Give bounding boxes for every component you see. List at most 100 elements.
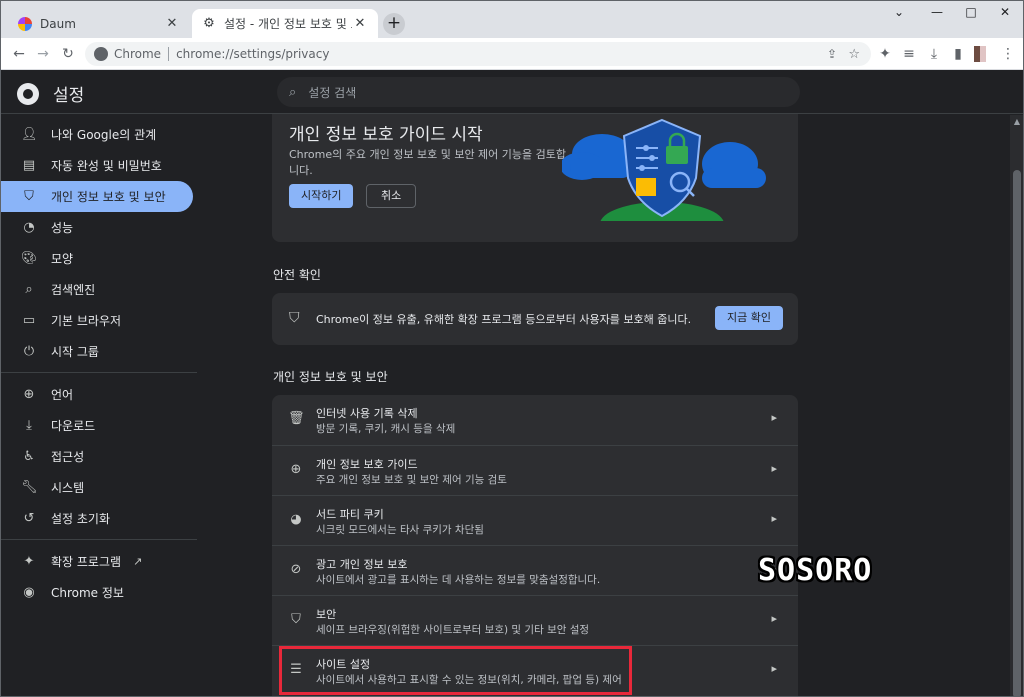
safety-check-text: Chrome이 정보 유출, 유해한 확장 프로그램 등으로부터 사용자를 보호…: [316, 313, 692, 326]
sidebar-item-label: 접근성: [51, 450, 85, 464]
address-bar[interactable]: Chrome chrome://settings/privacy ⇪ ☆: [85, 42, 871, 66]
sidebar-item-label: 확장 프로그램: [51, 555, 122, 569]
sidebar-item-reset[interactable]: ↺ 설정 초기화: [1, 503, 193, 534]
scroll-up-arrow-icon[interactable]: ▲: [1012, 117, 1022, 126]
profile-avatar[interactable]: [974, 45, 988, 63]
tab-daum[interactable]: Daum ✕: [8, 9, 190, 38]
url-text[interactable]: chrome://settings/privacy: [176, 47, 329, 61]
row-title: 보안: [316, 608, 337, 621]
scrollbar-thumb[interactable]: [1013, 170, 1021, 696]
share-icon[interactable]: ⇪: [827, 47, 837, 61]
reading-list-icon[interactable]: ≡: [900, 45, 918, 63]
safety-check-heading: 안전 확인: [273, 268, 321, 282]
sidebar-item-accessibility[interactable]: ♿︎ 접근성: [1, 441, 193, 472]
sidebar-item-on-startup[interactable]: ⏻ 시작 그룹: [1, 336, 193, 367]
list-item-security[interactable]: ⛉ 보안 세이프 브라우징(위험한 사이트로부터 보호) 및 기타 보안 설정 …: [272, 595, 798, 645]
tab-search-dropdown-icon[interactable]: ⌄: [884, 5, 914, 21]
settings-brand: 설정: [17, 81, 84, 106]
sidebar-item-extensions[interactable]: ✦ 확장 프로그램 ↗: [1, 546, 193, 577]
browser-toolbar: ← → ↻ Chrome chrome://settings/privacy ⇪…: [1, 38, 1023, 70]
sidebar-item-about-chrome[interactable]: ◉ Chrome 정보: [1, 577, 193, 608]
tab-title: 설정 - 개인 정보 보호 및 보안: [224, 17, 352, 31]
reload-icon[interactable]: ↻: [59, 45, 77, 63]
list-item-ad-privacy[interactable]: ⊘ 광고 개인 정보 보호 사이트에서 광고를 표시하는 데 사용하는 정보를 …: [272, 545, 798, 595]
privacy-guide-illustration: [562, 118, 766, 221]
history-icon: ↺: [23, 511, 35, 526]
row-title: 서드 파티 쿠키: [316, 508, 384, 521]
sidebar-item-label: 자동 완성 및 비밀번호: [51, 159, 162, 173]
browser-icon: ▭: [22, 313, 36, 328]
chevron-right-icon: ▸: [771, 512, 777, 525]
search-icon: ⌕: [289, 84, 297, 100]
add-circle-icon: ⊕: [290, 462, 302, 477]
back-icon[interactable]: ←: [10, 45, 28, 63]
person-icon: 👤︎: [21, 127, 38, 142]
settings-search-input[interactable]: ⌕ 설정 검색: [277, 77, 800, 107]
cancel-button[interactable]: 취소: [366, 184, 417, 208]
tab-strip: Daum ✕ ⚙ 설정 - 개인 정보 보호 및 보안 ✕ + ⌄ — □ ✕: [1, 1, 1023, 38]
safety-check-card: ⛉ Chrome이 정보 유출, 유해한 확장 프로그램 등으로부터 사용자를 …: [272, 293, 798, 345]
shield-icon: ⛉: [24, 189, 34, 204]
list-item-clear-browsing-data[interactable]: 🗑︎ 인터넷 사용 기록 삭제 방문 기록, 쿠키, 캐시 등을 삭제 ▸: [272, 395, 798, 445]
power-icon: ⏻: [23, 344, 35, 359]
search-placeholder: 설정 검색: [308, 85, 357, 100]
sidebar-divider: [1, 372, 197, 373]
side-panel-icon[interactable]: ▮: [949, 45, 967, 63]
sidebar-item-privacy[interactable]: ⛉ 개인 정보 보호 및 보안: [1, 181, 193, 212]
sidebar-item-languages[interactable]: ⊕ 언어: [1, 379, 193, 410]
annotation-highlight-box: [279, 646, 632, 695]
sidebar-item-system[interactable]: 🔧︎ 시스템: [1, 472, 193, 503]
chrome-page-icon: [94, 47, 108, 61]
clipboard-icon: ▤: [22, 158, 36, 173]
download-icon[interactable]: ⤓: [925, 45, 943, 63]
list-item-privacy-guide[interactable]: ⊕ 개인 정보 보호 가이드 주요 개인 정보 보호 및 보안 제어 기능 검토…: [272, 445, 798, 495]
watermark-text: SOSORO: [758, 553, 873, 588]
close-window-button[interactable]: ✕: [990, 5, 1020, 21]
sidebar-item-label: 개인 정보 보호 및 보안: [51, 190, 166, 204]
sidebar-item-default-browser[interactable]: ▭ 기본 브라우저: [1, 305, 193, 336]
sidebar-item-downloads[interactable]: ⤓ 다운로드: [1, 410, 193, 441]
chevron-right-icon: ▸: [771, 411, 777, 424]
sidebar-item-appearance[interactable]: 🎨︎ 모양: [1, 243, 193, 274]
sidebar-item-autofill[interactable]: ▤ 자동 완성 및 비밀번호: [1, 150, 193, 181]
settings-main: 개인 정보 보호 가이드 시작 Chrome의 주요 개인 정보 보호 및 보안…: [272, 114, 798, 696]
forward-icon[interactable]: →: [34, 45, 52, 63]
separator: [168, 47, 170, 61]
open-in-new-icon: ↗: [133, 555, 143, 568]
more-menu-icon[interactable]: ⋮: [999, 45, 1017, 63]
new-tab-button[interactable]: +: [383, 13, 405, 35]
download-icon: ⤓: [26, 418, 32, 433]
gear-icon: ⚙: [203, 15, 215, 31]
privacy-guide-promo-card: 개인 정보 보호 가이드 시작 Chrome의 주요 개인 정보 보호 및 보안…: [272, 114, 798, 242]
row-subtitle: 사이트에서 광고를 표시하는 데 사용하는 정보를 맞춤설정합니다.: [316, 574, 601, 586]
sidebar-item-label: 기본 브라우저: [51, 314, 122, 328]
sidebar-item-label: 언어: [51, 388, 74, 402]
palette-icon: 🎨︎: [21, 251, 38, 266]
row-subtitle: 세이프 브라우징(위험한 사이트로부터 보호) 및 기타 보안 설정: [316, 624, 590, 636]
minimize-button[interactable]: —: [922, 5, 952, 21]
settings-sidebar: 👤︎ 나와 Google의 관계 ▤ 자동 완성 및 비밀번호 ⛉ 개인 정보 보호 …: [1, 115, 201, 696]
tab-settings[interactable]: ⚙ 설정 - 개인 정보 보호 및 보안 ✕: [192, 9, 378, 38]
cookie-icon: ◕: [290, 512, 302, 527]
extensions-icon[interactable]: ✦: [876, 45, 894, 63]
row-subtitle: 시크릿 모드에서는 타사 쿠키가 차단됨: [316, 524, 484, 536]
tab-close-icon[interactable]: ✕: [164, 16, 180, 31]
sidebar-divider: [1, 539, 197, 540]
sidebar-item-you-and-google[interactable]: 👤︎ 나와 Google의 관계: [1, 119, 193, 150]
bookmark-star-icon[interactable]: ☆: [848, 47, 860, 62]
search-icon: ⌕: [25, 282, 33, 297]
sidebar-item-label: Chrome 정보: [51, 586, 124, 600]
sidebar-item-search-engine[interactable]: ⌕ 검색엔진: [1, 274, 193, 305]
puzzle-icon: ✦: [23, 554, 35, 569]
sidebar-item-label: 성능: [51, 221, 74, 235]
maximize-button[interactable]: □: [956, 5, 986, 21]
sidebar-item-performance[interactable]: ◔ 성능: [1, 212, 193, 243]
shield-check-icon: ⛉: [289, 310, 300, 326]
start-button[interactable]: 시작하기: [289, 184, 354, 208]
check-now-button[interactable]: 지금 확인: [715, 306, 783, 330]
tab-close-icon[interactable]: ✕: [352, 16, 368, 31]
globe-icon: ⊕: [23, 387, 35, 402]
list-item-third-party-cookies[interactable]: ◕ 서드 파티 쿠키 시크릿 모드에서는 타사 쿠키가 차단됨 ▸: [272, 495, 798, 545]
wrench-icon: 🔧︎: [21, 480, 38, 495]
privacy-section-heading: 개인 정보 보호 및 보안: [273, 370, 388, 384]
